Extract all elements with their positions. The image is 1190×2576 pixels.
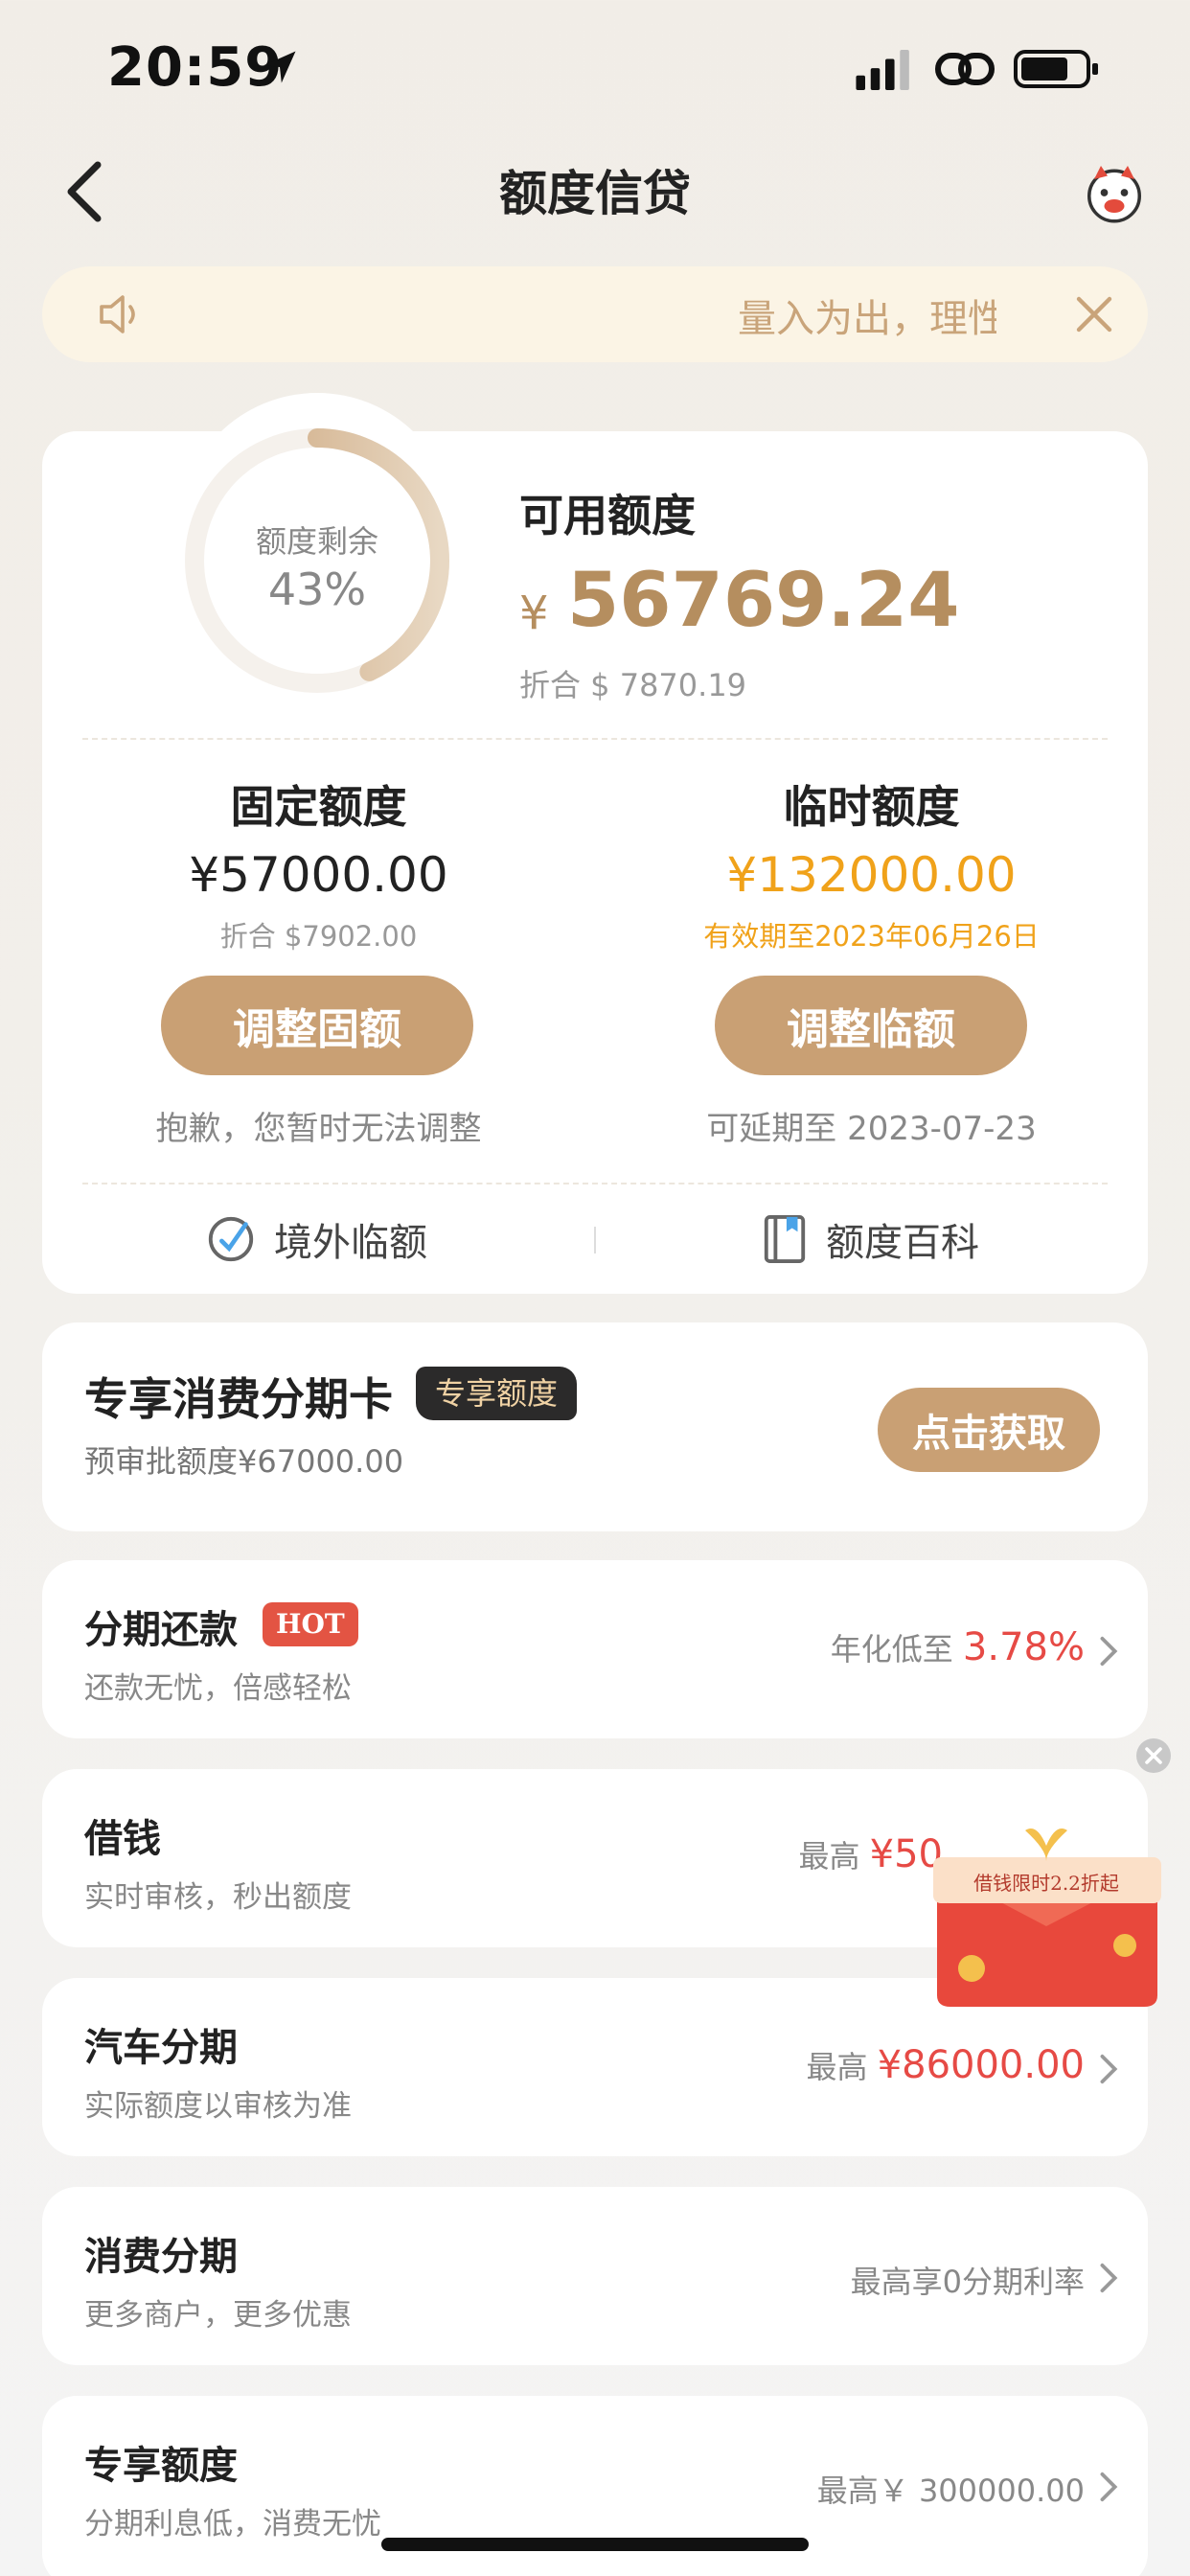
notice-text: 量入为出，理性: [738, 297, 996, 341]
battery-icon: [1014, 50, 1098, 88]
exclusive-badge: 专享额度: [416, 1367, 578, 1420]
fixed-credit-note: 抱歉，您暂时无法调整: [155, 1110, 482, 1148]
fixed-credit-converted: 折合 $7902.00: [219, 920, 418, 953]
hotspot-link-icon: [935, 53, 995, 85]
available-credit-amount: 56769.24: [567, 558, 960, 644]
max-value: ¥86000.00: [877, 2043, 1085, 2087]
temporary-credit-title: 临时额度: [783, 781, 960, 833]
list-item-subtitle: 更多商户，更多优惠: [84, 2298, 352, 2333]
adjust-temporary-credit-button[interactable]: 调整临额: [715, 976, 1027, 1075]
list-item-subtitle: 分期利息低，消费无忧: [84, 2507, 381, 2542]
temporary-credit-validity: 有效期至2023年06月26日: [703, 920, 1040, 953]
max-label: 最高: [806, 2049, 878, 2085]
speaker-icon: [100, 295, 135, 334]
temporary-credit-amount: ¥132000.00: [726, 847, 1017, 903]
list-item-subtitle: 实际额度以审核为准: [84, 2089, 352, 2124]
list-item-right: 最高 ¥86000.00: [807, 2043, 1086, 2087]
chevron-right-icon: [1100, 1636, 1118, 1667]
location-arrow-icon: [263, 51, 296, 83]
status-time: 20:59: [107, 36, 284, 99]
rate-value: 3.78%: [962, 1625, 1085, 1669]
installment-card-subtitle: 预审批额度¥67000.00: [84, 1443, 404, 1480]
chevron-right-icon: [1100, 2054, 1118, 2084]
installment-card-title: 专享消费分期卡: [84, 1373, 393, 1425]
rate-label: 年化低至: [830, 1631, 963, 1668]
mascot-assistant-icon[interactable]: [1081, 159, 1148, 226]
book-icon: [764, 1215, 806, 1263]
adjust-fixed-credit-button[interactable]: 调整固额: [161, 976, 473, 1075]
hot-badge: HOT: [263, 1602, 358, 1646]
available-credit-label: 可用额度: [519, 490, 696, 541]
ring-label: 额度剩余: [255, 523, 378, 560]
list-item-title: 专享额度: [84, 2444, 238, 2488]
page-title: 额度信贷: [499, 166, 691, 221]
fixed-credit-title: 固定额度: [230, 781, 407, 833]
list-item-title: 分期还款: [84, 1608, 238, 1652]
list-item-right: 年化低至 3.78%: [831, 1625, 1085, 1669]
currency-symbol: ¥: [519, 586, 549, 640]
available-credit-converted: 折合 $ 7870.19: [519, 667, 747, 703]
list-item-subtitle: 实时审核，秒出额度: [84, 1880, 352, 1915]
promo-text: 借钱限时2.2折起: [973, 1872, 1119, 1895]
vertical-divider: [594, 1227, 596, 1254]
chevron-right-icon: [1100, 2472, 1118, 2502]
overseas-credit-icon: [208, 1216, 254, 1262]
cellular-signal-icon: [856, 50, 909, 90]
chevron-right-icon: [1100, 2263, 1118, 2293]
list-item-right: 最高享0分期利率: [850, 2264, 1085, 2300]
promo-close-icon[interactable]: [1134, 1736, 1173, 1775]
red-envelope-promo[interactable]: 借钱限时2.2折起: [918, 1819, 1177, 2011]
max-label: 最高: [798, 1838, 870, 1874]
divider: [82, 1183, 1108, 1184]
list-item-right: 最高￥ 300000.00: [816, 2472, 1085, 2509]
close-icon[interactable]: [1071, 291, 1117, 337]
get-card-button[interactable]: 点击获取: [878, 1388, 1100, 1472]
fixed-credit-amount: ¥57000.00: [189, 847, 448, 903]
temporary-credit-note: 可延期至 2023-07-23: [706, 1110, 1037, 1148]
ring-percent: 43%: [267, 564, 367, 615]
divider: [82, 738, 1108, 740]
credit-wiki-link[interactable]: 额度百科: [826, 1211, 979, 1267]
list-item-subtitle: 还款无忧，倍感轻松: [84, 1671, 352, 1706]
list-item-title: 借钱: [84, 1817, 161, 1861]
list-item-title: 汽车分期: [84, 2026, 238, 2070]
home-indicator: [381, 2538, 809, 2551]
overseas-credit-link[interactable]: 境外临额: [274, 1211, 427, 1267]
list-item-title: 消费分期: [84, 2235, 238, 2279]
